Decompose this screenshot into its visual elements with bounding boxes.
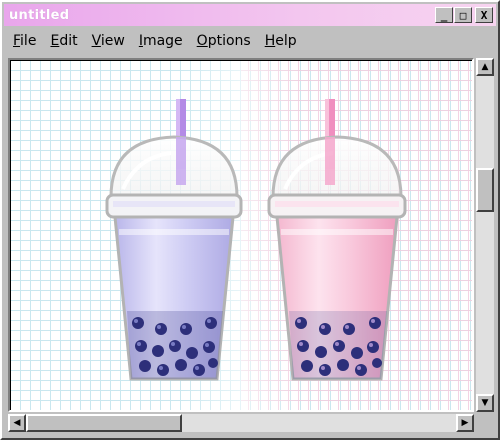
menu-options[interactable]: Options [190, 33, 258, 49]
scroll-left-button[interactable]: ◀ [8, 414, 26, 432]
arrow-left-icon: ◀ [13, 417, 21, 428]
menu-view[interactable]: View [85, 33, 132, 49]
minimize-button[interactable]: _ [435, 7, 453, 23]
maximize-icon: □ [459, 8, 467, 22]
title-bar[interactable]: untitled _ □ X [4, 4, 496, 26]
canvas-area [10, 60, 472, 410]
maximize-button[interactable]: □ [454, 7, 472, 23]
pink-rim-band [275, 201, 399, 207]
paint-window: untitled _ □ X File Edit View Image Opti… [0, 0, 500, 440]
arrow-down-icon: ▼ [481, 397, 489, 408]
pink-straw-inside [325, 137, 335, 185]
window-title: untitled [9, 7, 70, 23]
menu-bar: File Edit View Image Options Help [6, 30, 304, 52]
lavender-rim-band [113, 201, 235, 207]
close-button[interactable]: X [475, 7, 493, 23]
arrow-up-icon: ▲ [481, 61, 489, 72]
pink-bubble-tea [267, 99, 407, 381]
close-icon: X [480, 8, 488, 22]
bubble-tea-artwork [105, 99, 407, 381]
lavender-straw-inside [176, 137, 186, 185]
menu-file[interactable]: File [6, 33, 43, 49]
drawing-canvas[interactable] [8, 58, 474, 412]
menu-edit[interactable]: Edit [43, 33, 84, 49]
scroll-down-button[interactable]: ▼ [476, 394, 494, 412]
title-bar-buttons: _ □ X [435, 7, 493, 23]
scroll-up-button[interactable]: ▲ [476, 58, 494, 76]
vertical-scroll-thumb[interactable] [476, 168, 494, 212]
lavender-cup-band [119, 229, 229, 235]
arrow-right-icon: ▶ [461, 417, 469, 428]
pink-dome-lid [271, 135, 403, 199]
pink-cup-band [281, 229, 393, 235]
horizontal-scrollbar[interactable]: ◀ ▶ [8, 414, 474, 432]
vertical-scrollbar[interactable]: ▲ ▼ [476, 58, 494, 412]
minimize-icon: _ [440, 8, 448, 22]
scrollbar-corner [476, 414, 494, 432]
menu-image[interactable]: Image [132, 33, 190, 49]
lavender-bubble-tea [105, 99, 243, 381]
horizontal-scroll-thumb[interactable] [26, 414, 182, 432]
lavender-dome-lid [109, 135, 239, 199]
menu-help[interactable]: Help [258, 33, 304, 49]
scroll-right-button[interactable]: ▶ [456, 414, 474, 432]
